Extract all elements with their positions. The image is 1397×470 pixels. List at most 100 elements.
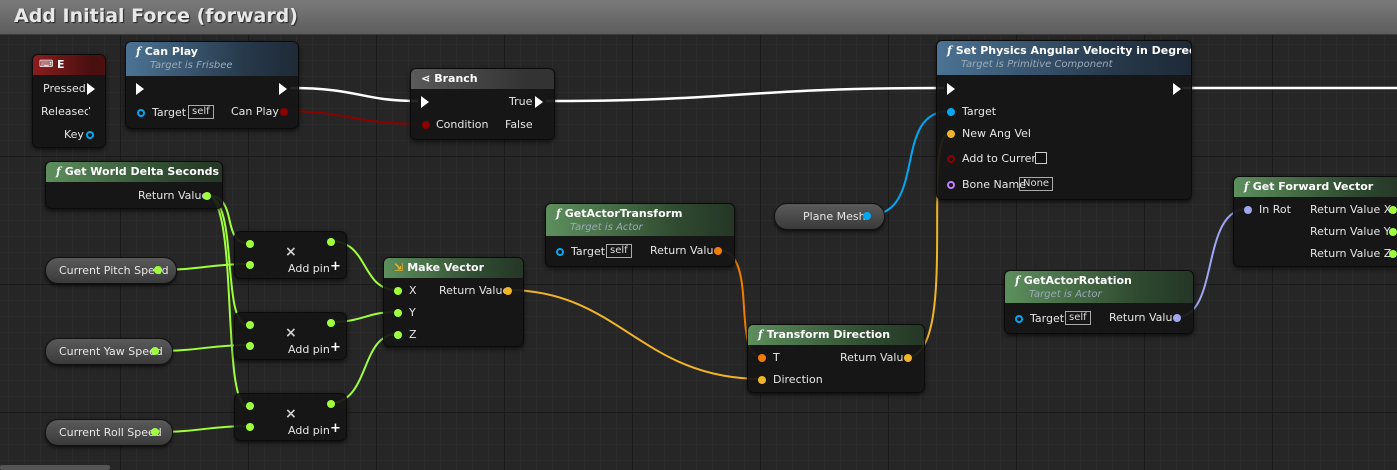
get-actor-rotation-subtitle: Target is Actor [1029,289,1102,300]
target-self-value[interactable]: self [606,244,632,258]
vector-wire [506,289,763,380]
exec-in-pin[interactable] [947,83,955,95]
exec-in-pin[interactable] [421,96,429,108]
get-actor-rotation-node[interactable]: f GetActorRotation Target is Actor Target… [1004,270,1194,334]
multiply-output-pin[interactable] [327,400,335,408]
variable-output-pin[interactable] [154,266,162,274]
return-value-pin[interactable] [904,354,912,362]
branch-title: Branch [434,72,478,85]
target-label: Target [962,105,997,118]
event-e-node[interactable]: E ⌨ Pressed Released Key [32,54,106,148]
return-value-label: Return Value [1109,311,1180,324]
make-vector-node[interactable]: ⇲ Make Vector X Return Value Y Z [383,257,524,347]
target-pin[interactable] [556,248,564,256]
false-exec-pin[interactable] [535,119,543,131]
target-pin[interactable] [137,109,145,117]
scrollbar-hint[interactable] [0,465,110,470]
add-pin-plus-icon[interactable]: + [330,421,341,436]
add-pin-label[interactable]: Add pin [288,343,330,356]
make-vector-icon: ⇲ [394,261,404,274]
add-pin-plus-icon[interactable]: + [330,340,341,355]
function-icon: f [556,207,561,220]
target-self-value[interactable]: self [1065,311,1091,325]
variable-label: Plane Mesh [803,210,866,223]
return-value-x-label: Return Value X [1310,203,1392,216]
exec-out-pin[interactable] [1173,83,1181,95]
get-world-delta-title: Get World Delta Seconds [64,165,220,178]
current-pitch-speed-variable[interactable]: Current Pitch Speed [45,257,177,284]
add-to-current-checkbox[interactable] [1035,152,1047,164]
get-forward-vector-node[interactable]: f Get Forward Vector In Rot Return Value … [1233,176,1397,267]
released-exec-pin[interactable] [87,106,95,118]
return-value-y-pin[interactable] [1389,228,1397,236]
multiply-output-pin[interactable] [327,319,335,327]
add-pin-plus-icon[interactable]: + [330,259,341,274]
get-world-delta-seconds-node[interactable]: f Get World Delta Seconds Return Value [45,161,223,209]
make-vector-title: Make Vector [407,261,485,274]
multiply-output-pin[interactable] [327,238,335,246]
variable-label: Current Roll Speed [59,426,162,439]
get-actor-transform-node[interactable]: f GetActorTransform Target is Actor Targe… [545,203,735,267]
can-play-node[interactable]: f Can Play Target is Frisbee Target self … [125,41,299,129]
y-pin[interactable] [394,309,402,317]
x-pin[interactable] [394,287,402,295]
plane-mesh-variable[interactable]: Plane Mesh [774,203,885,230]
return-value-z-pin[interactable] [1389,250,1397,258]
multiply-input-b-pin[interactable] [246,342,254,350]
return-value-pin[interactable] [203,192,211,200]
current-yaw-speed-variable[interactable]: Current Yaw Speed [45,338,173,365]
set-physics-angular-velocity-node[interactable]: f Set Physics Angular Velocity in Degrees… [936,40,1192,200]
z-pin[interactable] [394,331,402,339]
add-pin-label[interactable]: Add pin [288,262,330,275]
return-value-pin[interactable] [1173,314,1181,322]
current-roll-speed-variable[interactable]: Current Roll Speed [45,419,173,446]
target-self-value[interactable]: self [188,105,214,119]
branch-node[interactable]: ⋖ Branch True Condition False [410,68,555,140]
multiply-operator: × [285,406,297,422]
branch-icon: ⋖ [421,72,431,85]
bool-wire [282,110,425,125]
multiply-input-b-pin[interactable] [246,423,254,431]
exec-out-pin[interactable] [279,83,287,95]
function-icon: f [758,328,763,341]
return-value-pin[interactable] [714,247,722,255]
multiply-input-a-pin[interactable] [246,402,254,410]
in-rot-pin[interactable] [1244,206,1252,214]
key-pin[interactable] [86,131,94,139]
false-label: False [505,118,533,131]
x-label: X [409,284,417,297]
variable-output-pin[interactable] [151,347,159,355]
bone-name-pin[interactable] [947,181,955,189]
target-pin[interactable] [1015,315,1023,323]
condition-pin[interactable] [422,121,430,129]
multiply-input-a-pin[interactable] [246,321,254,329]
multiply-node[interactable]: × Add pin + [234,312,347,360]
get-actor-transform-title: GetActorTransform [564,207,683,220]
multiply-node[interactable]: × Add pin + [234,393,347,441]
exec-in-pin[interactable] [136,83,144,95]
return-value-pin[interactable] [504,287,512,295]
variable-output-pin[interactable] [151,428,159,436]
multiply-input-a-pin[interactable] [246,240,254,248]
pressed-exec-pin[interactable] [87,83,95,95]
can-play-out-label: Can Play [231,105,279,118]
direction-pin[interactable] [758,376,766,384]
add-to-current-pin[interactable] [947,155,955,163]
multiply-node[interactable]: × Add pin + [234,231,347,279]
return-value-x-pin[interactable] [1389,206,1397,214]
true-exec-pin[interactable] [535,96,543,108]
bone-name-value[interactable]: None [1019,177,1054,191]
function-icon: f [1244,180,1249,193]
return-value-label: Return Value [439,284,510,297]
variable-output-pin[interactable] [863,212,871,220]
bone-name-label: Bone Name [962,178,1026,191]
return-value-label: Return Value [138,189,209,202]
t-label: T [773,351,780,364]
target-pin[interactable] [947,108,955,116]
t-pin[interactable] [758,354,766,362]
add-pin-label[interactable]: Add pin [288,424,330,437]
multiply-input-b-pin[interactable] [246,261,254,269]
can-play-out-pin[interactable] [280,108,288,116]
transform-direction-node[interactable]: f Transform Direction T Return Value Dire… [747,324,925,393]
new-ang-vel-pin[interactable] [947,130,955,138]
